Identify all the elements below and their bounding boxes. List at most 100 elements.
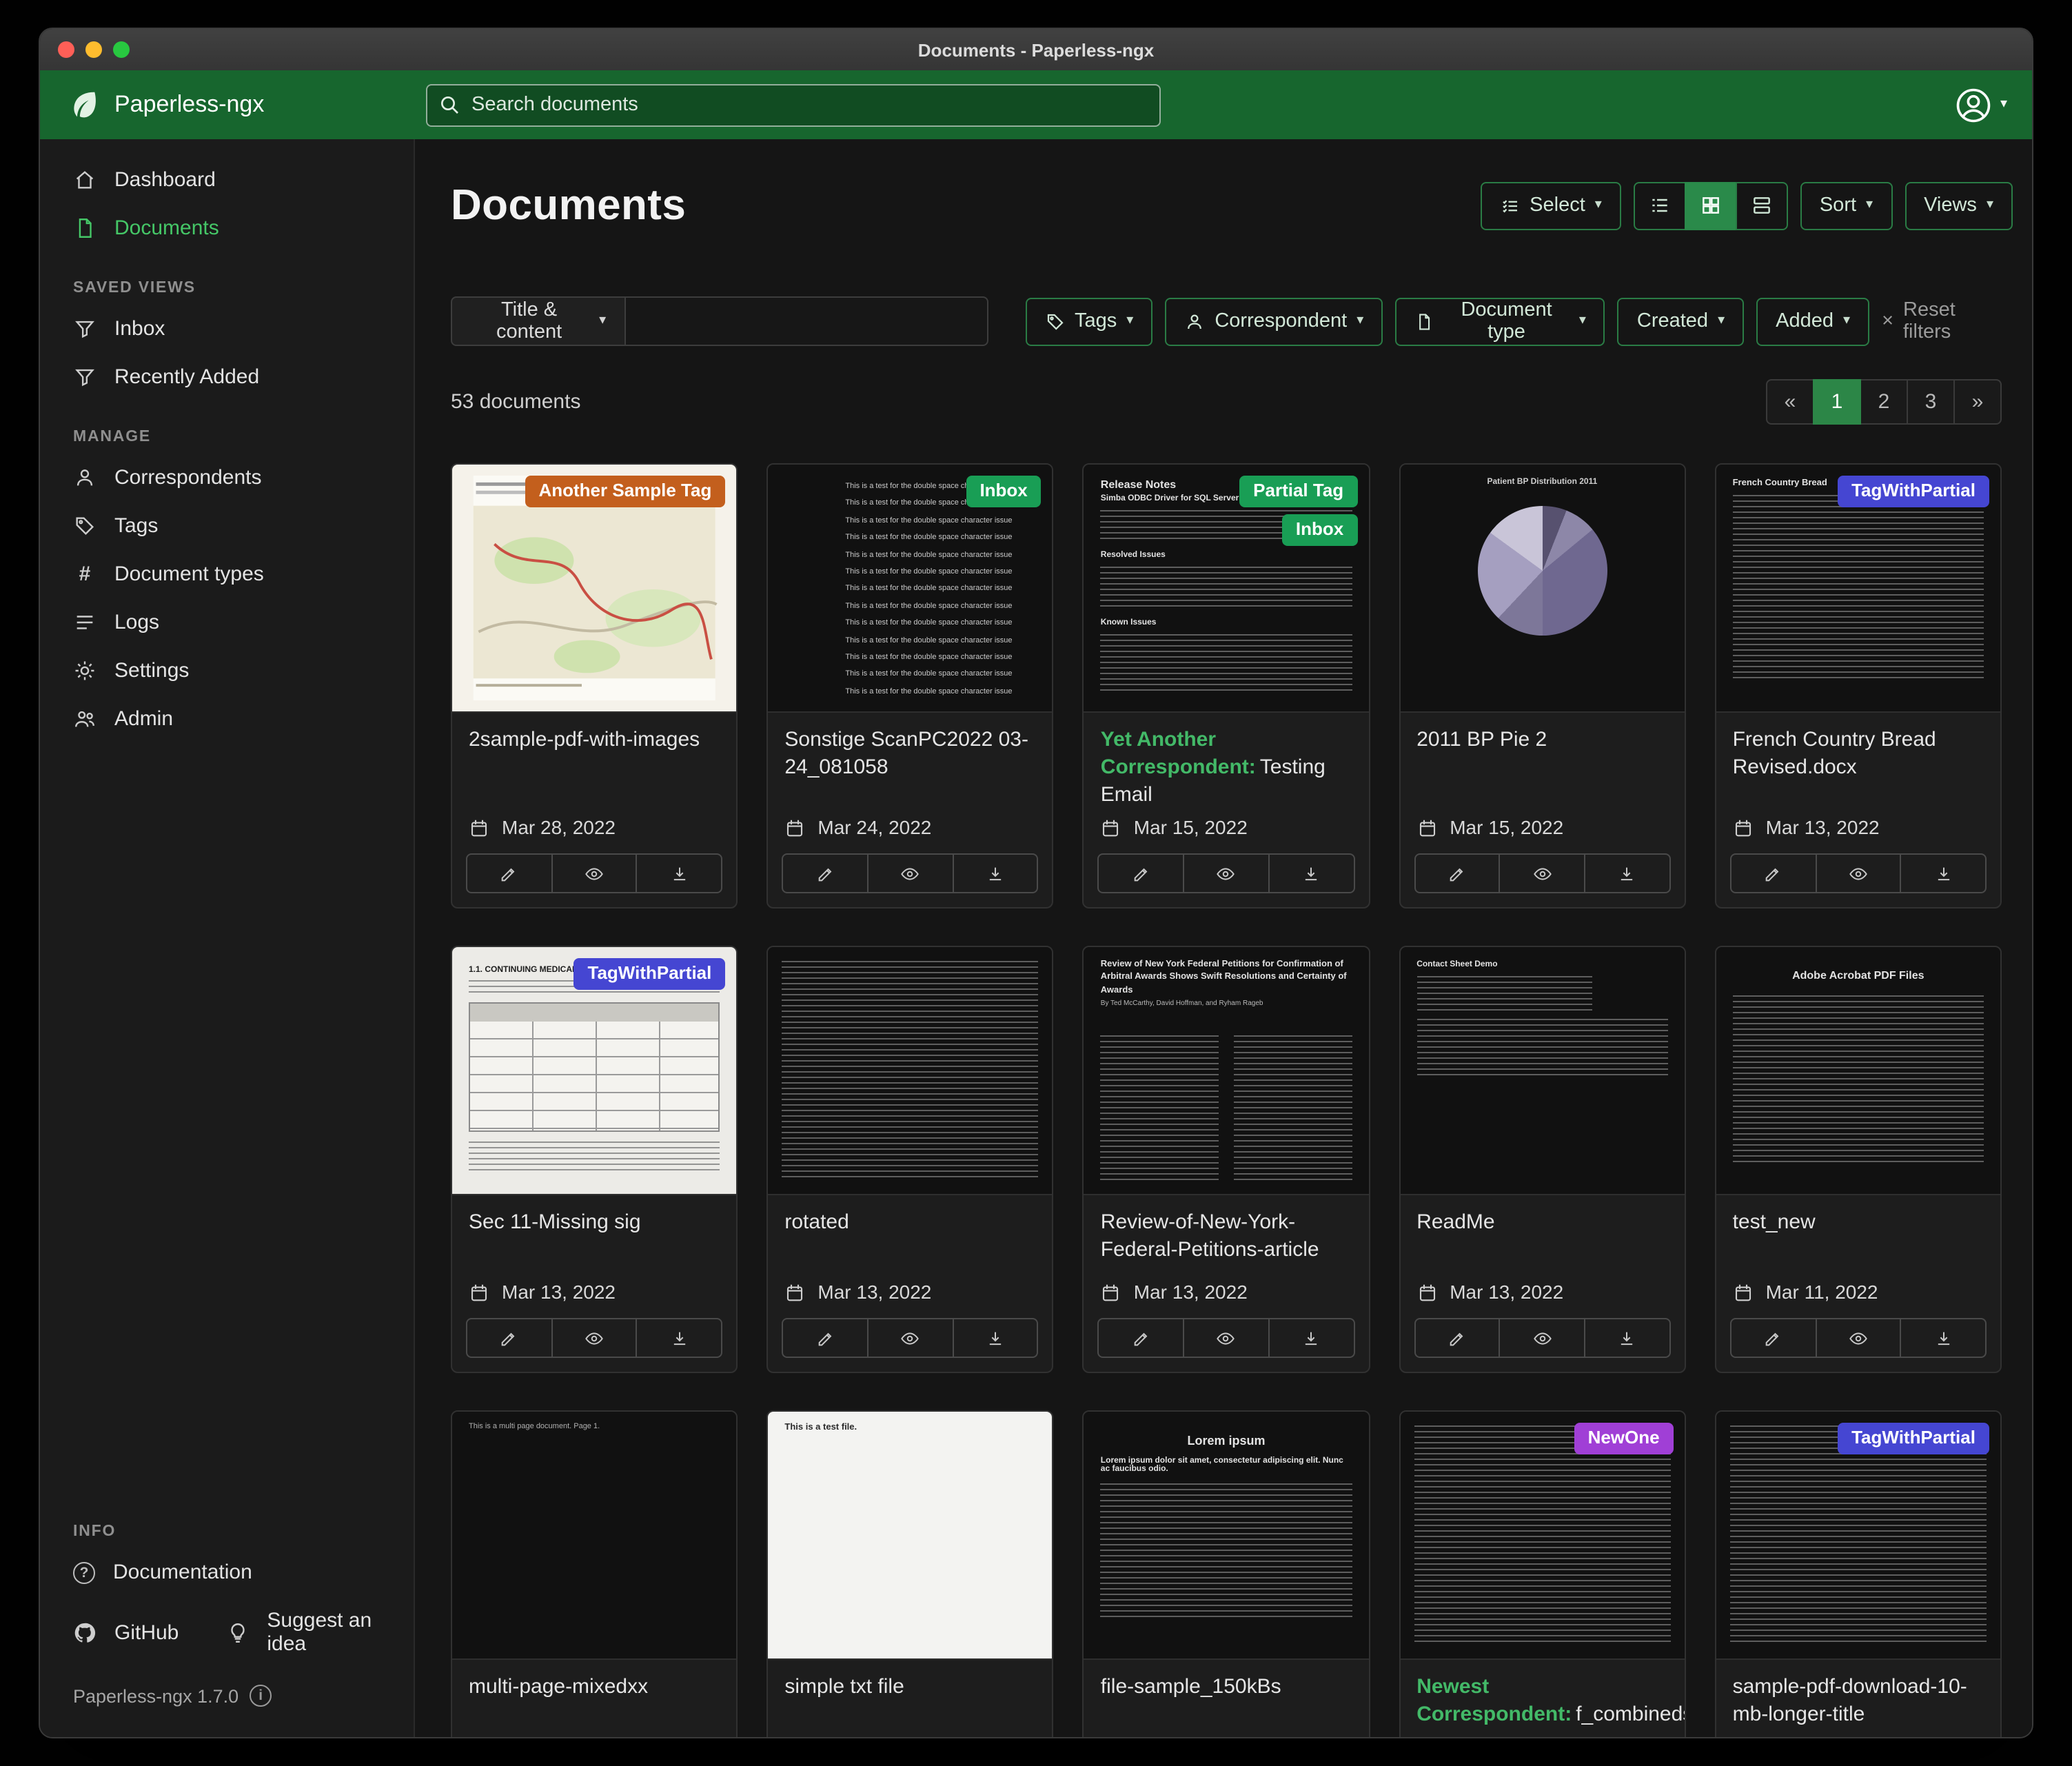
view-button[interactable] — [867, 1319, 953, 1359]
edit-button[interactable] — [466, 854, 552, 894]
document-card[interactable]: Adobe Acrobat PDF Files test_new Mar 11,… — [1715, 946, 2002, 1374]
edit-button[interactable] — [782, 854, 868, 894]
edit-button[interactable] — [782, 1319, 868, 1359]
document-title[interactable]: simple txt file — [768, 1661, 1052, 1737]
document-thumbnail[interactable]: Review of New York Federal Petitions for… — [1084, 948, 1368, 1196]
close-window-button[interactable] — [58, 41, 74, 58]
tag[interactable]: TagWithPartial — [1838, 1423, 1989, 1455]
document-thumbnail[interactable]: Another Sample Tag — [452, 465, 736, 713]
title-content-dropdown[interactable]: Title & content ▾ — [451, 296, 625, 346]
edit-button[interactable] — [1730, 854, 1816, 894]
pagination-prev-button[interactable]: « — [1766, 379, 1814, 425]
document-card[interactable]: Lorem ipsum Lorem ipsum dolor sit amet, … — [1083, 1411, 1370, 1737]
edit-button[interactable] — [1098, 854, 1184, 894]
view-button[interactable] — [1815, 854, 1901, 894]
sidebar-item-document-types[interactable]: # Document types — [40, 550, 414, 598]
document-title[interactable]: Yet Another Correspondent:Testing Email — [1084, 713, 1368, 811]
sidebar-item-inbox[interactable]: Inbox — [40, 305, 414, 353]
search-input[interactable] — [426, 83, 1161, 126]
download-button[interactable] — [636, 854, 722, 894]
document-thumbnail[interactable]: Release Notes Simba ODBC Driver for SQL … — [1084, 465, 1368, 713]
app-logo[interactable]: Paperless-ngx — [65, 87, 426, 123]
view-button[interactable] — [1815, 1319, 1901, 1359]
document-thumbnail[interactable]: This is a test for the double space char… — [768, 465, 1052, 713]
document-thumbnail[interactable]: French Country Bread TagWithPartial — [1716, 465, 2000, 713]
edit-button[interactable] — [1730, 1319, 1816, 1359]
list-view-button[interactable] — [1634, 181, 1686, 230]
download-button[interactable] — [1900, 854, 1987, 894]
sidebar-item-logs[interactable]: Logs — [40, 598, 414, 647]
sidebar-item-recently-added[interactable]: Recently Added — [40, 353, 414, 401]
minimize-window-button[interactable] — [85, 41, 102, 58]
document-title[interactable]: multi-page-mixedxx — [452, 1661, 736, 1737]
document-card[interactable]: 1.1. CONTINUING MEDICAL EDUCA TagWithPar… — [451, 946, 738, 1374]
document-title[interactable]: rotated — [768, 1196, 1052, 1276]
sidebar-item-dashboard[interactable]: Dashboard — [40, 156, 414, 204]
document-card[interactable]: Contact Sheet Demo ReadMe Mar 13, 2022 — [1399, 946, 1685, 1374]
download-button[interactable] — [1268, 854, 1354, 894]
document-thumbnail[interactable]: TagWithPartial — [1716, 1412, 2000, 1661]
view-button[interactable] — [551, 1319, 637, 1359]
select-button[interactable]: Select ▾ — [1480, 181, 1621, 230]
document-card[interactable]: This is a test for the double space char… — [766, 463, 1053, 909]
views-button[interactable]: Views ▾ — [1905, 181, 2013, 230]
edit-button[interactable] — [1098, 1319, 1184, 1359]
info-icon[interactable]: i — [250, 1685, 272, 1707]
created-filter-button[interactable]: Created ▾ — [1618, 297, 1744, 345]
view-button[interactable] — [867, 854, 953, 894]
document-thumbnail[interactable]: Contact Sheet Demo — [1400, 948, 1684, 1196]
tag[interactable]: TagWithPartial — [1838, 476, 1989, 507]
sidebar-item-settings[interactable]: Settings — [40, 647, 414, 695]
tag[interactable]: NewOne — [1574, 1423, 1674, 1455]
document-correspondent[interactable]: Newest Correspondent: — [1416, 1676, 1572, 1727]
pagination-page-1[interactable]: 1 — [1813, 379, 1861, 425]
added-filter-button[interactable]: Added ▾ — [1756, 297, 1869, 345]
document-card[interactable]: Release Notes Simba ODBC Driver for SQL … — [1083, 463, 1370, 909]
document-thumbnail[interactable]: This is a multi page document. Page 1. — [452, 1412, 736, 1661]
download-button[interactable] — [952, 1319, 1038, 1359]
document-title[interactable]: test_new — [1716, 1196, 2000, 1276]
download-button[interactable] — [1584, 1319, 1670, 1359]
document-title[interactable]: 2sample-pdf-with-images — [452, 713, 736, 793]
document-card[interactable]: Another Sample Tag 2sample-pdf-with-imag… — [451, 463, 738, 909]
document-card[interactable]: This is a test file. simple txt file — [766, 1411, 1053, 1737]
document-title[interactable]: French Country Bread Revised.docx — [1716, 713, 2000, 793]
document-card[interactable]: Patient BP Distribution 2011 2011 BP Pie… — [1399, 463, 1685, 909]
document-card[interactable]: French Country Bread TagWithPartial Fren… — [1715, 463, 2002, 909]
document-thumbnail[interactable]: NewOne — [1400, 1412, 1684, 1661]
document-thumbnail[interactable] — [768, 948, 1052, 1196]
sidebar-item-tags[interactable]: Tags — [40, 502, 414, 550]
document-thumbnail[interactable]: 1.1. CONTINUING MEDICAL EDUCA TagWithPar… — [452, 948, 736, 1196]
pagination-next-button[interactable]: » — [1953, 379, 2002, 425]
tags-filter-button[interactable]: Tags ▾ — [1025, 297, 1152, 345]
view-button[interactable] — [551, 854, 637, 894]
sidebar-item-documents[interactable]: Documents — [40, 204, 414, 252]
edit-button[interactable] — [466, 1319, 552, 1359]
document-card[interactable]: TagWithPartial sample-pdf-download-10-mb… — [1715, 1411, 2002, 1737]
tag[interactable]: Another Sample Tag — [525, 476, 725, 507]
document-title[interactable]: Sec 11-Missing sig — [452, 1196, 736, 1276]
document-thumbnail[interactable]: Lorem ipsum Lorem ipsum dolor sit amet, … — [1084, 1412, 1368, 1661]
view-button[interactable] — [1183, 854, 1269, 894]
pagination-page-2[interactable]: 2 — [1860, 379, 1908, 425]
filter-text-input[interactable] — [624, 296, 988, 346]
pagination-page-3[interactable]: 3 — [1907, 379, 1955, 425]
document-card[interactable]: rotated Mar 13, 2022 — [766, 946, 1053, 1374]
download-button[interactable] — [1900, 1319, 1987, 1359]
tag[interactable]: TagWithPartial — [574, 959, 726, 991]
tag[interactable]: Inbox — [1282, 514, 1357, 546]
document-card[interactable]: NewOne Newest Correspondent:f_combineds — [1399, 1411, 1685, 1737]
document-thumbnail[interactable]: Patient BP Distribution 2011 — [1400, 465, 1684, 713]
sidebar-item-documentation[interactable]: ? Documentation — [40, 1548, 414, 1596]
download-button[interactable] — [1584, 854, 1670, 894]
edit-button[interactable] — [1414, 854, 1500, 894]
document-title[interactable]: Review-of-New-York-Federal-Petitions-art… — [1084, 1196, 1368, 1276]
document-card[interactable]: Review of New York Federal Petitions for… — [1083, 946, 1370, 1374]
detail-view-button[interactable] — [1736, 181, 1788, 230]
download-button[interactable] — [636, 1319, 722, 1359]
document-type-filter-button[interactable]: Document type ▾ — [1395, 297, 1605, 345]
sort-button[interactable]: Sort ▾ — [1800, 181, 1892, 230]
document-title[interactable]: sample-pdf-download-10-mb-longer-title — [1716, 1661, 2000, 1737]
document-thumbnail[interactable]: This is a test file. — [768, 1412, 1052, 1661]
view-button[interactable] — [1499, 854, 1585, 894]
